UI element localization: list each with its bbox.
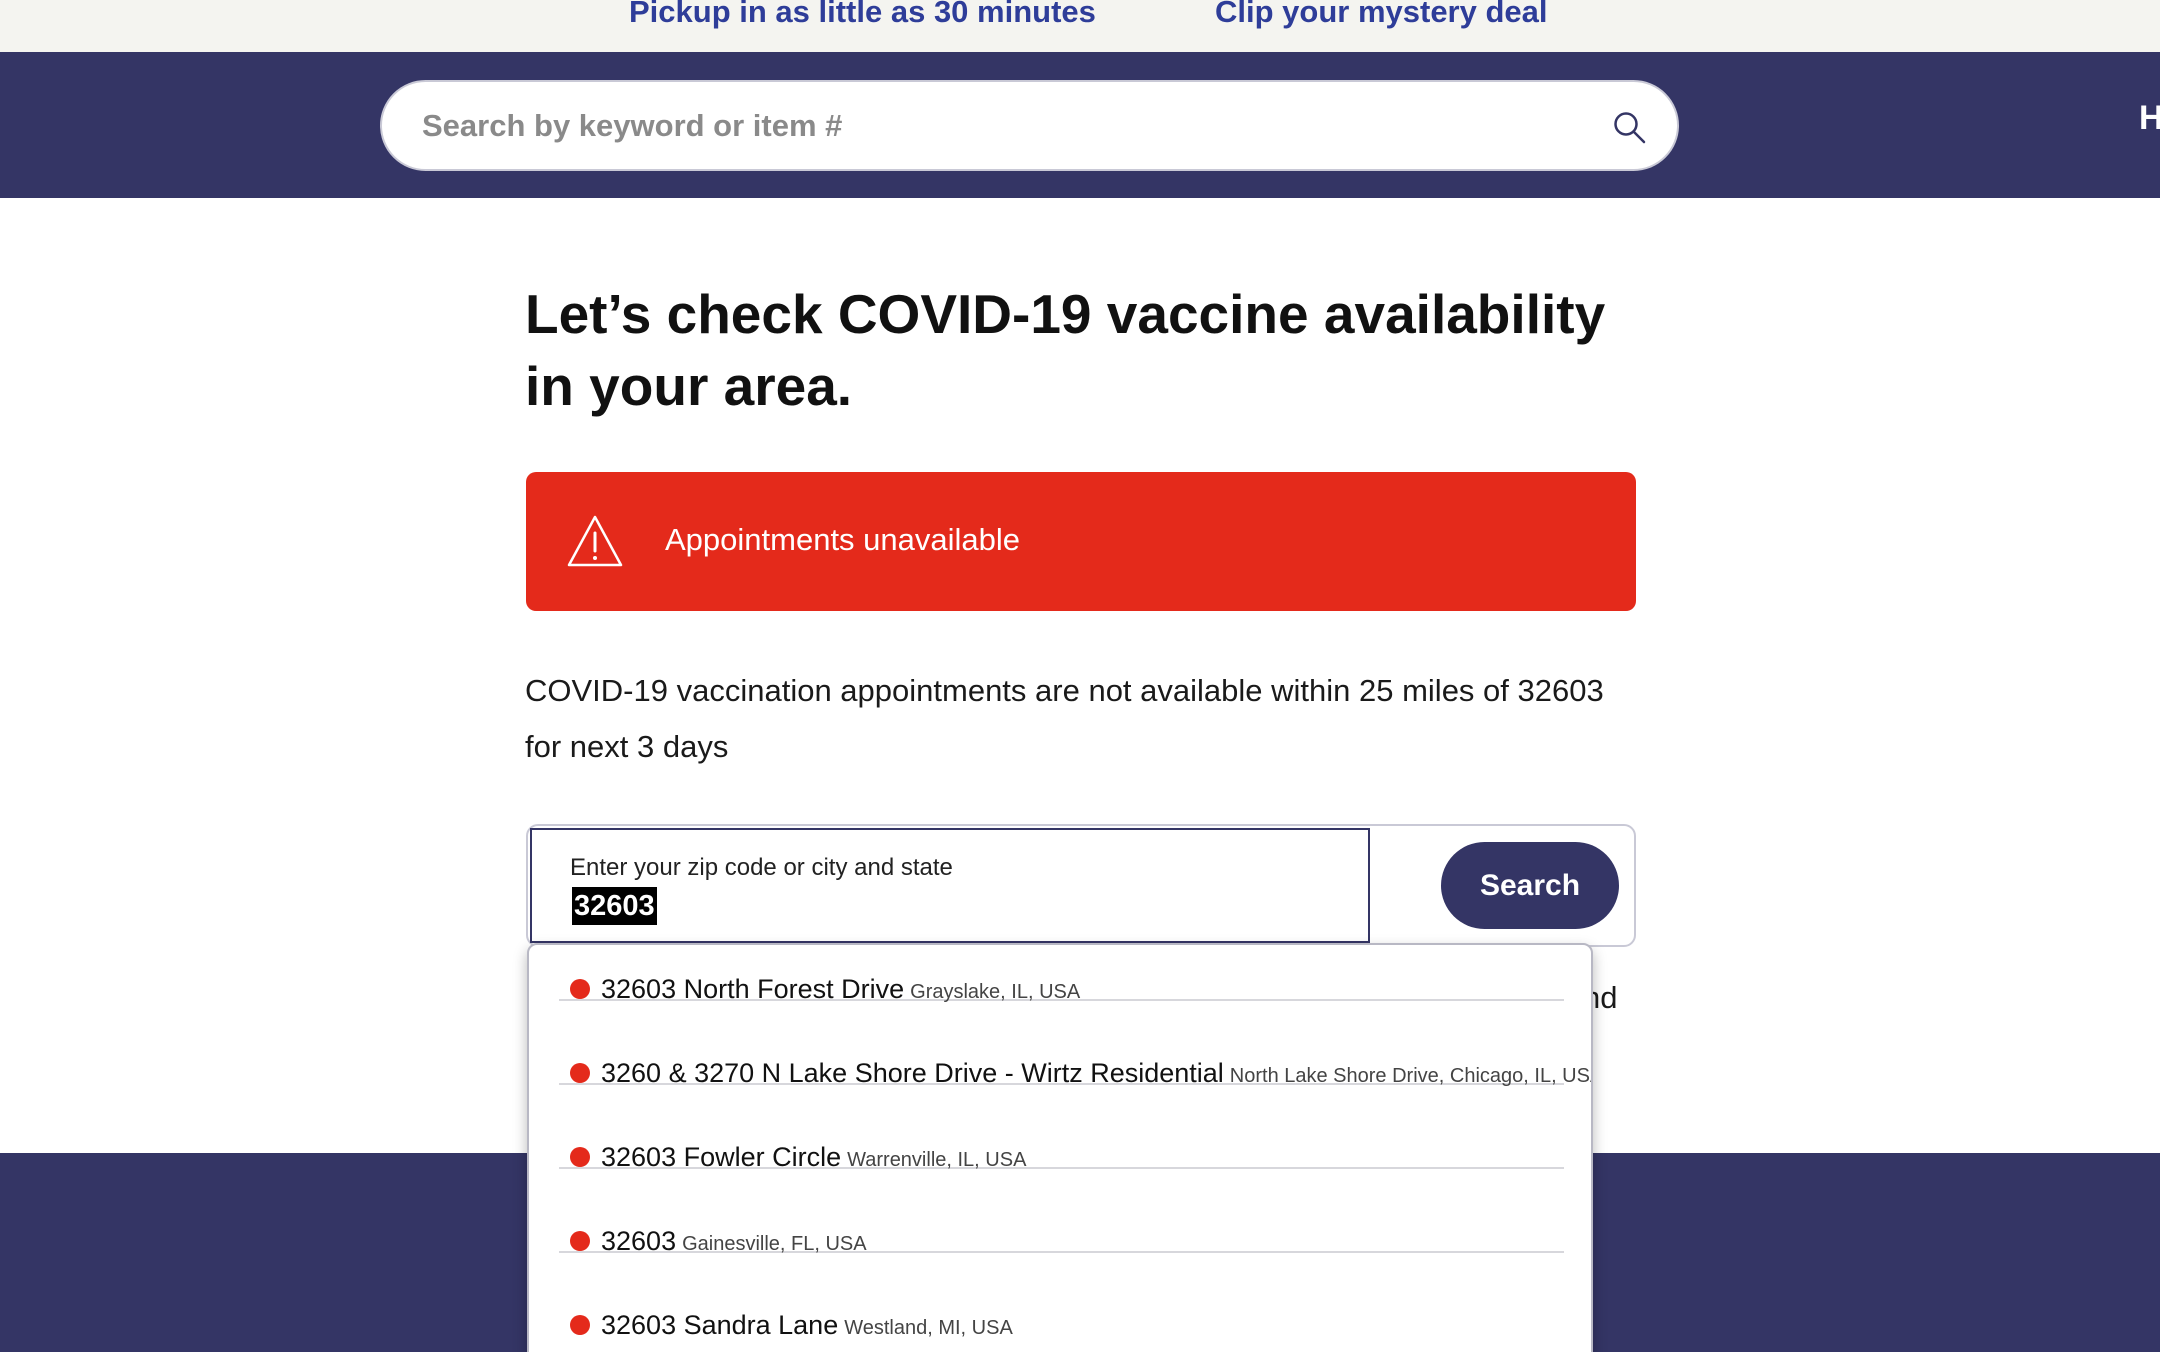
- suggestion-sub: Warrenville, IL, USA: [847, 1149, 1027, 1171]
- suggestion-sub: Westland, MI, USA: [844, 1317, 1013, 1339]
- site-header: H: [0, 52, 2160, 198]
- location-dot-icon: [570, 1063, 590, 1083]
- appointments-alert: Appointments unavailable: [526, 472, 1636, 611]
- suggestion-item[interactable]: 3260 & 3270 N Lake Shore Drive - Wirtz R…: [559, 1001, 1591, 1088]
- site-search-box: [380, 80, 1679, 171]
- search-icon[interactable]: [1611, 109, 1647, 145]
- suggestion-item[interactable]: 32603 North Forest Drive Grayslake, IL, U…: [559, 945, 1564, 1004]
- suggestion-main: 3260 & 3270 N Lake Shore Drive - Wirtz R…: [601, 1058, 1224, 1088]
- alert-text: Appointments unavailable: [665, 522, 1021, 557]
- suggestion-item[interactable]: 32603 Gainesville, FL, USA: [559, 1169, 1564, 1256]
- promo-bar: Pickup in as little as 30 minutes Clip y…: [0, 0, 2160, 52]
- suggestion-sub: North Lake Shore Drive, Chicago, IL, USA: [1229, 1065, 1593, 1087]
- zip-input-label: Enter your zip code or city and state: [570, 854, 953, 881]
- site-search-input[interactable]: [422, 100, 1572, 152]
- suggestion-item[interactable]: 32603 Sandra Lane Westland, MI, USA: [559, 1253, 1564, 1340]
- location-dot-icon: [570, 1231, 590, 1251]
- zip-search-form: Enter your zip code or city and state 32…: [526, 824, 1636, 947]
- location-dot-icon: [570, 1147, 590, 1167]
- location-dot-icon: [570, 979, 590, 999]
- suggestion-main: 32603 Fowler Circle: [601, 1142, 842, 1172]
- promo-link-pickup[interactable]: Pickup in as little as 30 minutes: [629, 0, 1096, 30]
- promo-link-mystery-deal[interactable]: Clip your mystery deal: [1215, 0, 1548, 30]
- availability-message: COVID-19 vaccination appointments are no…: [525, 673, 1604, 764]
- zip-input-value[interactable]: 32603: [572, 887, 657, 925]
- zip-input[interactable]: Enter your zip code or city and state 32…: [530, 828, 1370, 943]
- suggestion-dropdown: 32603 North Forest Drive Grayslake, IL, U…: [527, 943, 1593, 1352]
- warning-icon: [567, 515, 623, 567]
- page-title: Let’s check COVID-19 vaccine availabilit…: [525, 283, 1606, 417]
- header-nav-item[interactable]: H: [2139, 99, 2160, 138]
- suggestion-main: 32603 Sandra Lane: [601, 1310, 839, 1340]
- suggestion-main: 32603 North Forest Drive: [601, 974, 905, 1004]
- suggestion-item[interactable]: 32603 Fowler Circle Warrenville, IL, USA: [559, 1085, 1564, 1172]
- suggestion-sub: Grayslake, IL, USA: [910, 981, 1081, 1003]
- search-button[interactable]: Search: [1441, 842, 1619, 929]
- suggestion-main: 32603: [601, 1226, 677, 1256]
- suggestion-sub: Gainesville, FL, USA: [682, 1233, 867, 1255]
- location-dot-icon: [570, 1315, 590, 1335]
